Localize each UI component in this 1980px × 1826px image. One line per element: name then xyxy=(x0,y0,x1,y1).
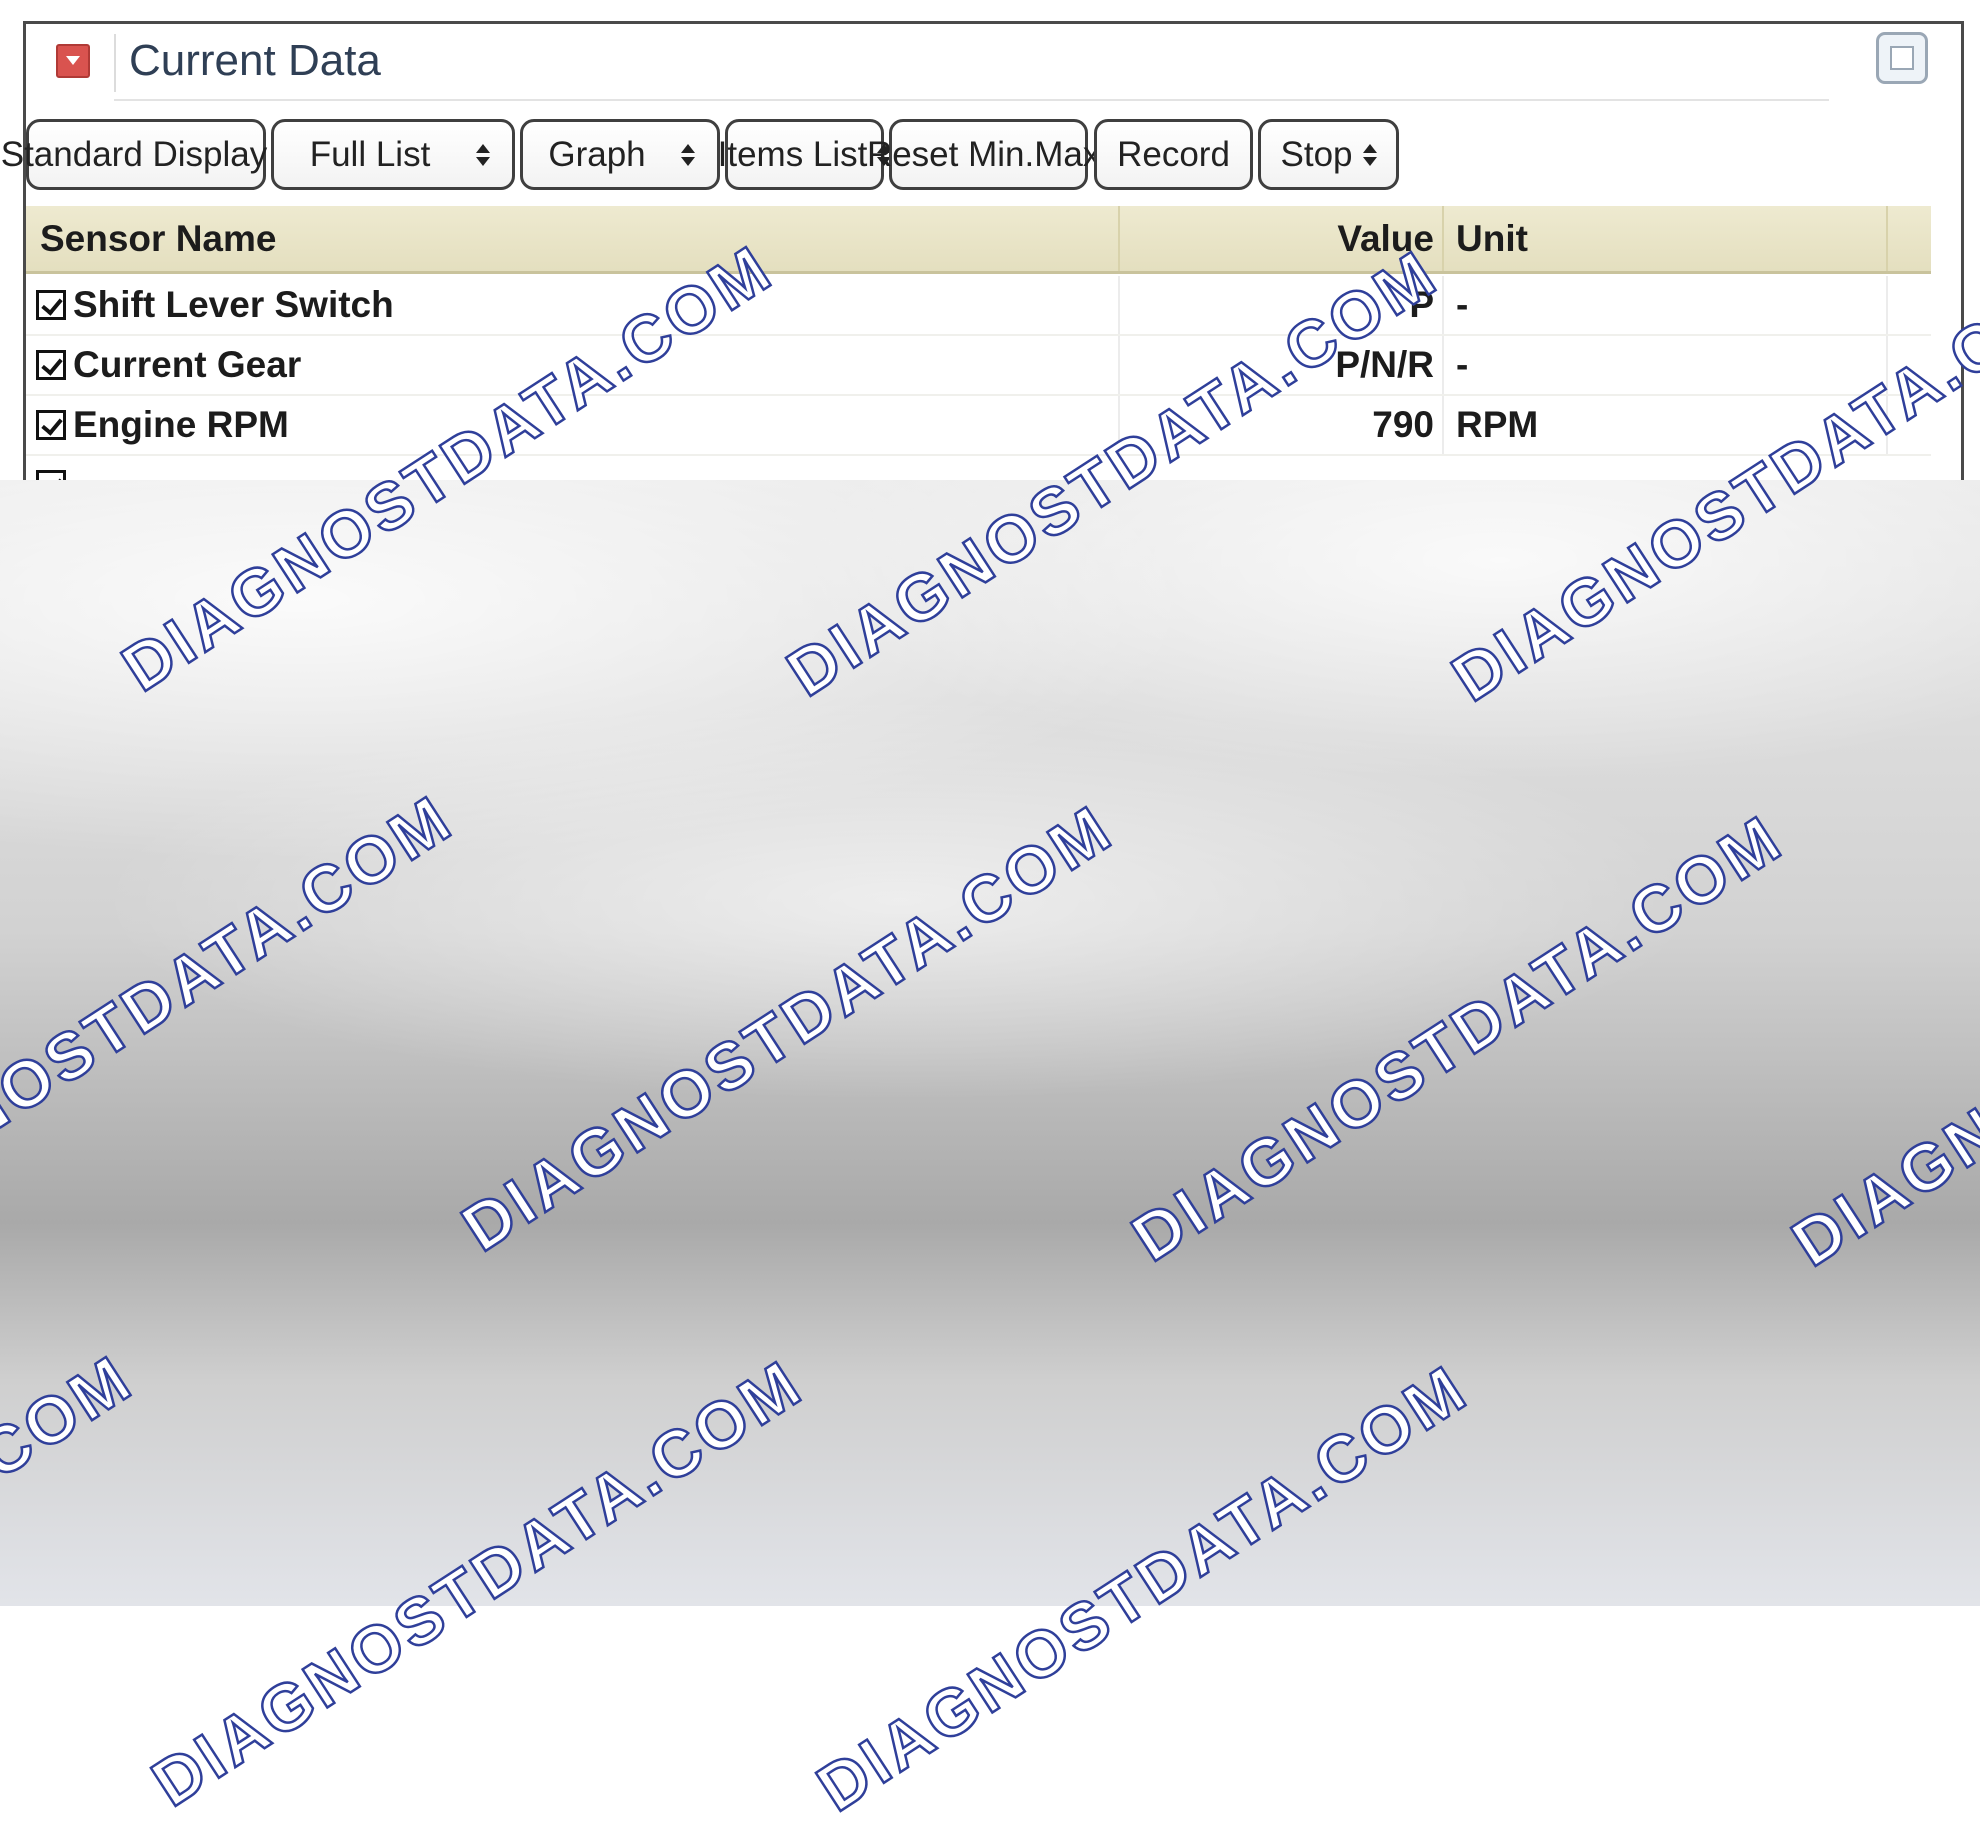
spinner-arrows-icon xyxy=(681,143,695,166)
row-divider xyxy=(1118,336,1120,394)
sensor-unit: - xyxy=(1456,284,1469,325)
restore-window-icon[interactable] xyxy=(1876,32,1928,84)
view-mode-select[interactable]: Graph xyxy=(520,119,720,190)
watermark-text: DIAGNOSTDATA.COM xyxy=(1778,804,1980,1281)
row-divider xyxy=(1118,396,1120,454)
stop-label: Stop xyxy=(1280,134,1353,174)
table-row[interactable]: Shift Lever Switch P - xyxy=(26,276,1931,336)
spinner-arrows-icon xyxy=(1362,143,1377,166)
column-resize-handle[interactable] xyxy=(1886,206,1888,271)
table-row[interactable]: Engine RPM 790 RPM xyxy=(26,396,1931,456)
current-data-panel: Current Data Standard Display Full List … xyxy=(0,0,1980,480)
sensor-unit: - xyxy=(1456,344,1469,385)
collapse-icon[interactable] xyxy=(56,44,90,78)
sensor-unit: RPM xyxy=(1456,404,1539,445)
sensor-value: P/N/R xyxy=(1335,344,1434,385)
header-unit[interactable]: Unit xyxy=(1456,218,1528,260)
title-bar: Current Data xyxy=(26,24,1961,104)
header-sensor-name[interactable]: Sensor Name xyxy=(40,218,277,260)
row-divider xyxy=(1886,276,1888,334)
items-list-label: Items List xyxy=(717,134,868,174)
column-resize-handle[interactable] xyxy=(1442,206,1444,271)
watermark-text: DIAGNOSTDATA.COM xyxy=(0,1339,147,1816)
row-divider xyxy=(1886,396,1888,454)
record-label: Record xyxy=(1117,134,1230,174)
display-mode-label: Standard Display xyxy=(0,134,268,174)
view-mode-label: Graph xyxy=(548,134,646,174)
row-divider xyxy=(1886,336,1888,394)
stop-select[interactable]: Stop xyxy=(1258,119,1399,190)
panel-frame: Current Data Standard Display Full List … xyxy=(1,21,1964,480)
items-list-select[interactable]: Items List xyxy=(718,119,892,190)
sensor-name: Shift Lever Switch xyxy=(73,284,394,325)
sensor-name: Engine RPM xyxy=(73,404,289,445)
display-mode-select[interactable]: Standard Display xyxy=(1,119,292,190)
table-row[interactable]: Current Gear P/N/R - xyxy=(26,336,1931,396)
reset-minmax-label: Reset Min.Max. xyxy=(866,134,1111,174)
sensor-value: 790 xyxy=(1372,404,1434,445)
watermark-text: DIAGNOSTDATA.COM xyxy=(0,779,467,1256)
header-value[interactable]: Value xyxy=(1337,218,1434,260)
row-checkbox[interactable] xyxy=(36,350,66,380)
row-checkbox[interactable] xyxy=(36,410,66,440)
row-divider xyxy=(1118,276,1120,334)
record-button[interactable]: Record xyxy=(1094,119,1253,190)
watermark-text: DIAGNOSTDATA.COM xyxy=(1118,799,1797,1276)
panel-title: Current Data xyxy=(129,36,381,85)
row-divider xyxy=(1442,276,1444,334)
watermark-text: DIAGNOSTDATA.COM xyxy=(803,1349,1482,1826)
watermark-text: DIAGNOSTDATA.COM xyxy=(138,1344,817,1821)
spinner-arrows-icon xyxy=(476,143,490,166)
reset-minmax-button[interactable]: Reset Min.Max. xyxy=(867,119,1110,190)
list-mode-select[interactable]: Full List xyxy=(271,119,515,190)
column-resize-handle[interactable] xyxy=(1118,206,1120,271)
blurred-background: DIAGNOSTDATA.COM DIAGNOSTDATA.COM DIAGNO… xyxy=(0,229,1980,1826)
title-divider xyxy=(114,34,116,92)
row-divider xyxy=(1442,336,1444,394)
table-header: Sensor Name Value Unit xyxy=(26,206,1931,274)
row-checkbox[interactable] xyxy=(36,290,66,320)
title-underline xyxy=(114,99,1829,101)
watermark-text: DIAGNOSTDATA.COM xyxy=(448,789,1127,1266)
table-row-partial[interactable] xyxy=(26,456,1931,480)
row-divider xyxy=(1442,396,1444,454)
list-mode-label: Full List xyxy=(309,134,431,174)
sensor-name: Current Gear xyxy=(73,344,302,385)
row-checkbox[interactable] xyxy=(36,470,66,480)
sensor-value: P xyxy=(1409,284,1434,325)
